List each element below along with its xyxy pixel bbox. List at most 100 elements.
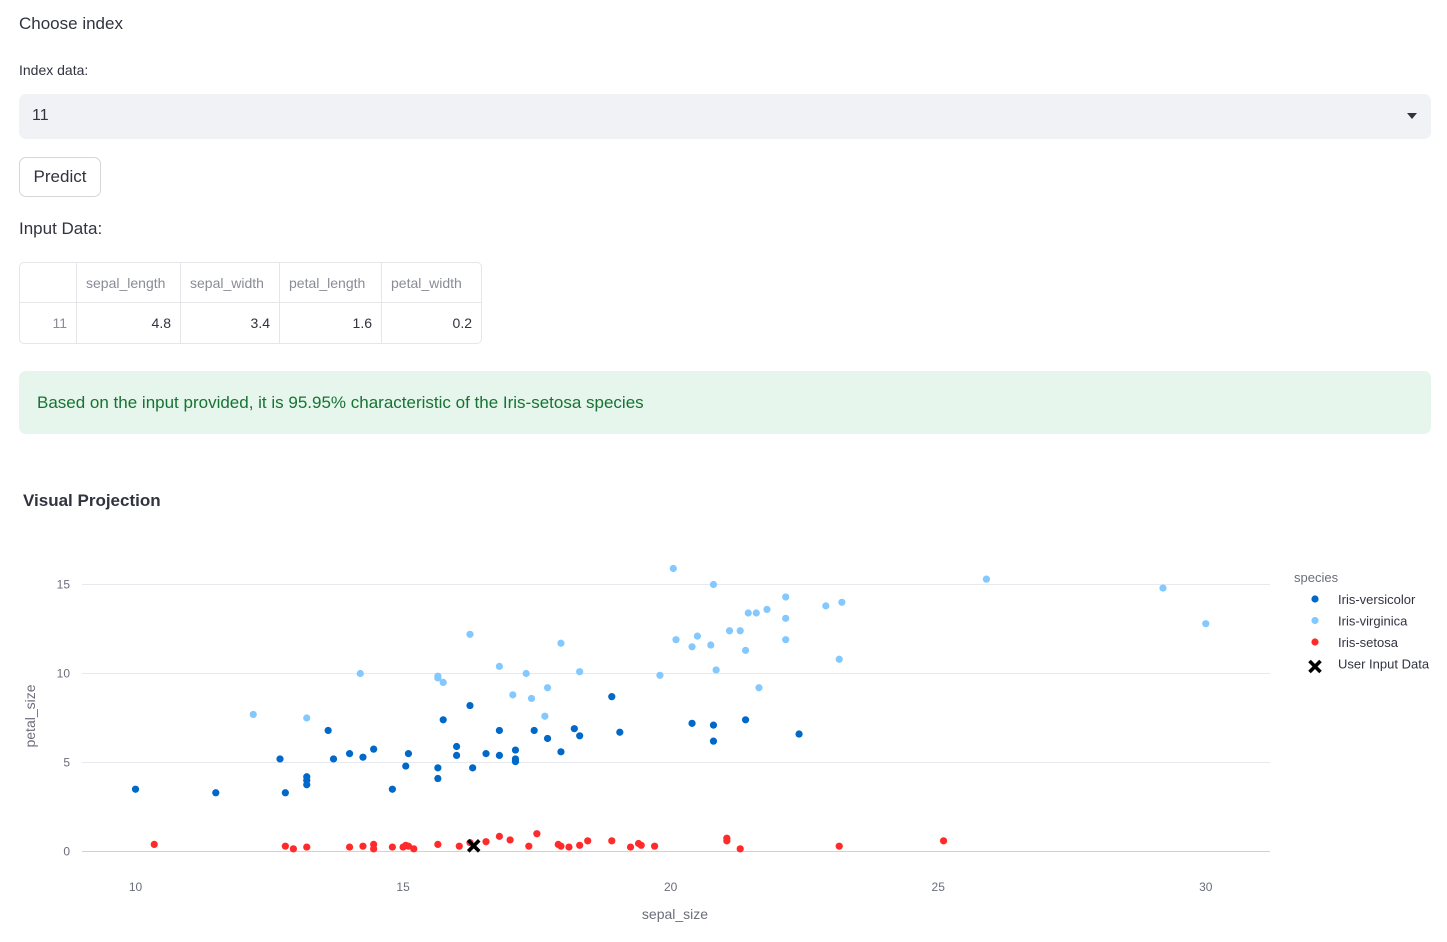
data-point[interactable]: [616, 728, 624, 736]
data-point[interactable]: [303, 714, 311, 722]
data-point[interactable]: [522, 669, 530, 678]
data-point[interactable]: [370, 745, 378, 753]
data-point[interactable]: [709, 721, 718, 729]
data-point[interactable]: [402, 762, 410, 770]
data-point[interactable]: [359, 842, 367, 850]
data-point[interactable]: [276, 755, 284, 763]
data-point[interactable]: [576, 841, 584, 849]
data-point[interactable]: [404, 750, 413, 758]
data-point[interactable]: [455, 842, 463, 850]
data-point[interactable]: [541, 712, 549, 720]
data-point[interactable]: [626, 843, 635, 851]
data-point[interactable]: [557, 748, 565, 756]
data-point[interactable]: [466, 701, 474, 710]
data-point[interactable]: [576, 732, 584, 740]
data-point[interactable]: [782, 593, 790, 601]
data-point[interactable]: [495, 662, 504, 670]
data-point[interactable]: [509, 691, 517, 699]
data-point[interactable]: [557, 842, 565, 850]
column-header-petal-length[interactable]: petal_length: [280, 263, 382, 303]
column-header-petal-width[interactable]: petal_width: [382, 263, 481, 303]
data-point[interactable]: [345, 843, 354, 851]
data-point[interactable]: [672, 636, 680, 644]
data-point[interactable]: [452, 751, 461, 759]
data-point[interactable]: [482, 838, 490, 846]
data-point[interactable]: [388, 785, 396, 793]
data-point[interactable]: [688, 719, 696, 727]
data-point[interactable]: [439, 678, 447, 687]
data-point[interactable]: [709, 580, 718, 589]
data-point[interactable]: [1159, 584, 1167, 592]
data-point[interactable]: [712, 666, 720, 674]
data-point[interactable]: [982, 575, 990, 583]
legend-item[interactable]: Iris-versicolor: [1311, 592, 1416, 607]
data-point[interactable]: [329, 755, 338, 763]
index-select[interactable]: 11: [19, 94, 1431, 139]
data-point[interactable]: [822, 602, 830, 610]
data-point[interactable]: [608, 693, 616, 701]
data-point[interactable]: [637, 841, 645, 849]
data-point[interactable]: [434, 840, 442, 848]
data-point[interactable]: [725, 627, 734, 635]
data-point[interactable]: [469, 764, 477, 772]
data-point[interactable]: [303, 781, 311, 789]
data-point[interactable]: [281, 842, 289, 850]
data-point[interactable]: [755, 684, 763, 692]
data-point[interactable]: [388, 843, 396, 851]
data-point[interactable]: [452, 742, 461, 751]
data-point[interactable]: [482, 750, 490, 758]
data-point[interactable]: [359, 753, 367, 761]
data-point[interactable]: [736, 845, 744, 853]
data-point[interactable]: [525, 842, 533, 850]
data-point[interactable]: [131, 785, 140, 793]
data-point[interactable]: [656, 671, 664, 679]
data-point[interactable]: [1202, 620, 1210, 628]
data-point[interactable]: [466, 630, 474, 638]
data-point[interactable]: [533, 830, 541, 838]
data-point[interactable]: [345, 750, 354, 758]
data-point[interactable]: [608, 837, 616, 845]
data-point[interactable]: [506, 836, 514, 844]
data-point[interactable]: [150, 840, 158, 848]
data-point[interactable]: [752, 609, 760, 617]
data-point[interactable]: [736, 627, 744, 635]
data-point[interactable]: [289, 845, 297, 853]
data-point[interactable]: [741, 716, 750, 724]
data-point[interactable]: [543, 734, 552, 743]
data-point[interactable]: [838, 598, 846, 606]
data-point[interactable]: [439, 716, 447, 724]
data-point[interactable]: [723, 834, 731, 842]
data-point[interactable]: [543, 684, 552, 692]
data-point[interactable]: [584, 837, 592, 845]
data-point[interactable]: [835, 655, 843, 663]
scatter-chart[interactable]: 0 5 10 15 10 15 20 25 30 sepal_size petal_size s…: [0, 540, 1447, 942]
data-point[interactable]: [410, 845, 418, 853]
data-point[interactable]: [570, 725, 578, 733]
data-point[interactable]: [835, 842, 843, 850]
data-point[interactable]: [782, 614, 790, 622]
data-point[interactable]: [434, 774, 442, 783]
data-point[interactable]: [324, 726, 332, 735]
data-point[interactable]: [688, 643, 696, 651]
data-point[interactable]: [511, 746, 520, 754]
data-point[interactable]: [650, 842, 659, 850]
data-point[interactable]: [939, 837, 948, 845]
legend-item[interactable]: Iris-virginica: [1311, 614, 1408, 629]
data-point[interactable]: [744, 609, 752, 617]
data-point[interactable]: [763, 605, 771, 614]
data-point[interactable]: [576, 668, 584, 676]
column-header-sepal-width[interactable]: sepal_width: [181, 263, 280, 303]
data-point[interactable]: [495, 832, 504, 840]
data-point[interactable]: [249, 710, 257, 719]
data-point[interactable]: [370, 845, 378, 853]
legend-item[interactable]: Iris-setosa: [1311, 635, 1399, 650]
data-point[interactable]: [693, 632, 702, 640]
data-point[interactable]: [212, 789, 220, 797]
legend-item[interactable]: User Input Data: [1308, 657, 1430, 674]
data-point[interactable]: [709, 737, 718, 745]
data-point[interactable]: [557, 639, 565, 647]
data-point[interactable]: [434, 764, 442, 772]
data-point[interactable]: [434, 672, 442, 680]
predict-button[interactable]: Predict: [19, 157, 101, 197]
chevron-down-icon[interactable]: [1407, 113, 1417, 119]
